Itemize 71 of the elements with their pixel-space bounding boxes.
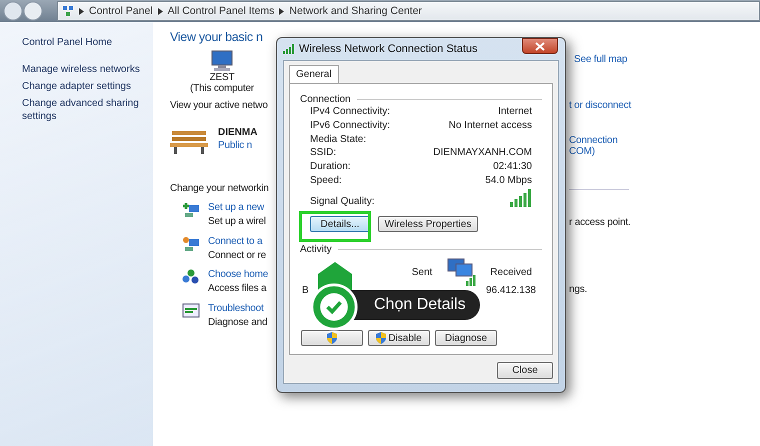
field-value: Internet — [498, 106, 532, 118]
action-button[interactable] — [301, 330, 363, 346]
section-label: View your active netwo — [170, 100, 268, 111]
page-heading: View your basic n — [170, 30, 263, 44]
sidebar-link[interactable]: Control Panel Home — [22, 36, 150, 49]
task-link[interactable]: Troubleshoot — [208, 303, 268, 314]
network-setup-icon — [182, 202, 200, 218]
disconnect-link[interactable]: t or disconnect — [569, 100, 632, 111]
field-value: No Internet access — [448, 120, 532, 132]
highlight-frame — [299, 211, 371, 242]
action-button[interactable]: Disable — [368, 330, 430, 346]
sidebar-link[interactable]: Change advanced sharing settings — [22, 97, 150, 123]
callout-label: Chọn Details — [348, 290, 480, 320]
connection-link[interactable]: COM) — [569, 146, 760, 157]
dialog-title: Wireless Network Connection Status — [299, 43, 478, 55]
task-description: Diagnose and — [208, 317, 268, 328]
computer-name: ZEST — [210, 72, 234, 83]
task-link[interactable]: Connect to a — [208, 236, 266, 247]
action-button[interactable]: Diagnose — [435, 330, 497, 346]
see-full-map-link[interactable]: See full map — [574, 54, 628, 65]
address-field[interactable]: Control Panel All Control Panel Items Network and Sharing Center — [57, 1, 760, 21]
group-label: Connection — [300, 94, 351, 105]
connection-link[interactable]: Connection — [569, 135, 760, 146]
field-label: Media State: — [310, 134, 366, 145]
task-description: r access point. — [569, 216, 632, 228]
breadcrumb[interactable]: All Control Panel Items — [168, 5, 274, 17]
network-type-link[interactable]: Public n — [218, 140, 258, 151]
chevron-icon — [279, 8, 284, 14]
network-connect-icon — [182, 236, 200, 252]
task-link[interactable]: Choose home — [208, 269, 268, 280]
field-value: 02:41:30 — [493, 161, 532, 172]
bytes-received: 96.412.138 — [486, 285, 536, 296]
field-label: Duration: — [310, 161, 351, 172]
dialog-button[interactable]: Wireless Properties — [378, 216, 478, 232]
computer-caption: (This computer — [190, 83, 254, 94]
breadcrumb[interactable]: Network and Sharing Center — [289, 5, 422, 17]
bytes-label: B — [302, 285, 309, 296]
chevron-icon — [158, 8, 163, 14]
task-description: ngs. — [569, 283, 588, 295]
received-label: Received — [490, 266, 532, 278]
breadcrumb[interactable]: Control Panel — [89, 5, 153, 17]
task-description: Set up a wirel — [208, 216, 266, 227]
signal-icon — [283, 44, 295, 54]
field-label: IPv4 Connectivity: — [310, 106, 390, 118]
field-label: Speed: — [310, 174, 342, 186]
chevron-icon — [79, 8, 84, 14]
network-icon — [62, 5, 74, 17]
task-description: Connect or re — [208, 250, 266, 261]
sidebar-link[interactable]: Manage wireless networks — [22, 63, 150, 76]
field-value: 54.0 Mbps — [485, 174, 532, 186]
group-label: Activity — [300, 244, 332, 256]
section-label: Change your networkin — [170, 183, 269, 194]
troubleshoot-icon — [182, 303, 200, 319]
close-icon[interactable] — [522, 38, 558, 54]
field-value: DIENMAYXANH.COM — [433, 147, 532, 158]
computer-icon — [209, 50, 235, 72]
field-label: SSID: — [310, 147, 336, 158]
field-label: Signal Quality: — [310, 196, 374, 208]
sent-label: Sent — [412, 266, 432, 278]
sidebar-link[interactable]: Change adapter settings — [22, 80, 150, 93]
network-name: DIENMA — [218, 127, 258, 138]
tab[interactable]: General — [289, 65, 339, 83]
task-link[interactable]: Set up a new — [208, 202, 266, 213]
shield-icon — [376, 332, 386, 344]
signal-bars-icon — [510, 189, 532, 208]
dialog-button[interactable]: Details... — [310, 216, 370, 232]
shield-icon — [327, 332, 337, 344]
homegroup-icon — [182, 269, 200, 285]
close-button[interactable]: Close — [497, 362, 553, 379]
task-description: Access files a — [208, 283, 268, 294]
field-label: IPv6 Connectivity: — [310, 120, 390, 132]
